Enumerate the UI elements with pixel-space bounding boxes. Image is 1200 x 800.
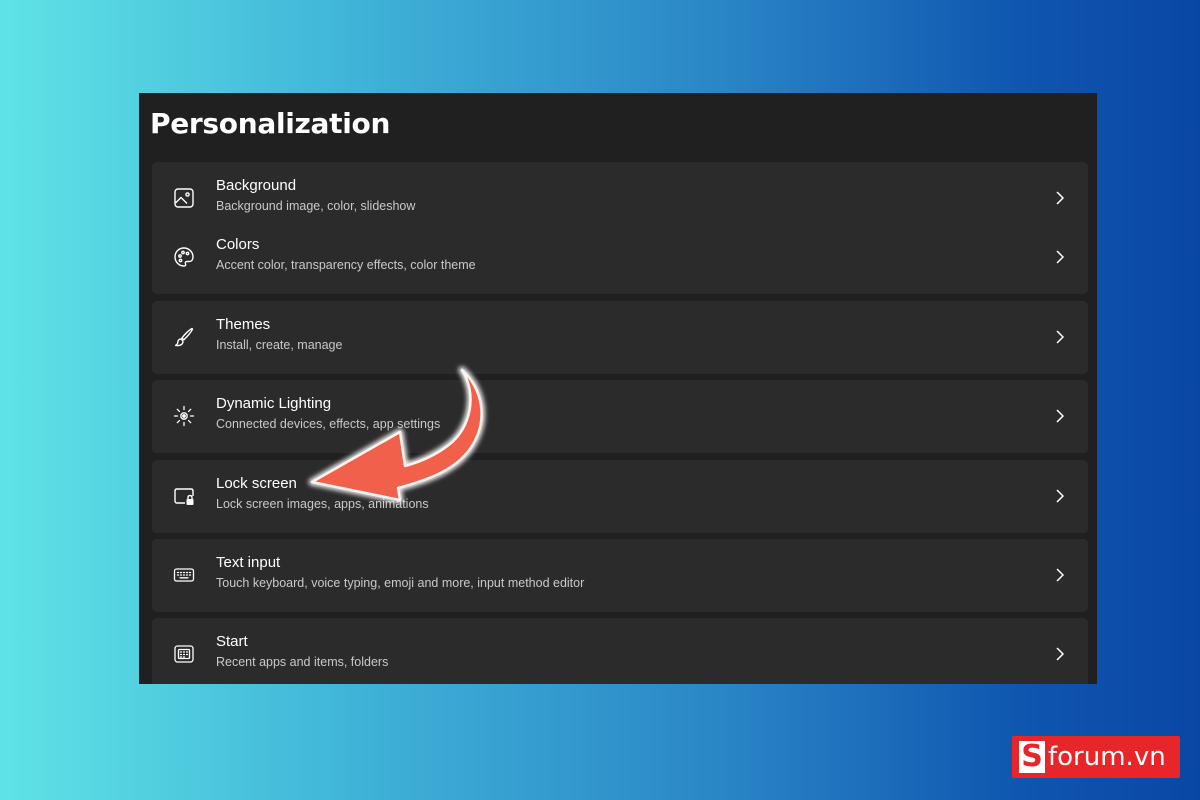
setting-description: Connected devices, effects, app settings bbox=[216, 417, 441, 431]
sforum-logo: S forum.vn bbox=[1012, 736, 1180, 778]
chevron-right-icon bbox=[1054, 329, 1066, 345]
settings-list: Background Background image, color, slid… bbox=[139, 93, 1097, 684]
setting-title: Start bbox=[216, 633, 248, 650]
lock-screen-icon bbox=[172, 484, 196, 508]
chevron-right-icon bbox=[1054, 190, 1066, 206]
start-icon bbox=[172, 642, 196, 666]
setting-title: Colors bbox=[216, 236, 260, 253]
image-icon bbox=[172, 186, 196, 210]
setting-title: Dynamic Lighting bbox=[216, 395, 332, 412]
setting-description: Recent apps and items, folders bbox=[216, 655, 389, 669]
brand-letter: S bbox=[1019, 741, 1045, 773]
setting-themes[interactable]: Themes Install, create, manage bbox=[152, 301, 1088, 374]
chevron-right-icon bbox=[1054, 249, 1066, 265]
setting-title: Text input bbox=[216, 554, 281, 571]
setting-start[interactable]: Start Recent apps and items, folders bbox=[152, 618, 1088, 684]
lighting-icon bbox=[172, 404, 196, 428]
setting-lock-screen[interactable]: Lock screen Lock screen images, apps, an… bbox=[152, 460, 1088, 533]
setting-description: Background image, color, slideshow bbox=[216, 199, 416, 213]
setting-colors[interactable]: Colors Accent color, transparency effect… bbox=[152, 221, 1088, 294]
brush-icon bbox=[172, 325, 196, 349]
page-title: Personalization bbox=[150, 107, 391, 140]
chevron-right-icon bbox=[1054, 408, 1066, 424]
setting-description: Touch keyboard, voice typing, emoji and … bbox=[216, 576, 585, 590]
setting-description: Accent color, transparency effects, colo… bbox=[216, 258, 476, 272]
setting-dynamic-lighting[interactable]: Dynamic Lighting Connected devices, effe… bbox=[152, 380, 1088, 453]
keyboard-icon bbox=[172, 563, 196, 587]
settings-window: Background Background image, color, slid… bbox=[139, 93, 1097, 684]
brand-text: forum.vn bbox=[1048, 742, 1166, 772]
setting-text-input[interactable]: Text input Touch keyboard, voice typing,… bbox=[152, 539, 1088, 612]
chevron-right-icon bbox=[1054, 567, 1066, 583]
chevron-right-icon bbox=[1054, 488, 1066, 504]
setting-title: Lock screen bbox=[216, 475, 297, 492]
page-header: Personalization bbox=[139, 93, 1097, 159]
palette-icon bbox=[172, 245, 196, 269]
chevron-right-icon bbox=[1054, 646, 1066, 662]
setting-description: Install, create, manage bbox=[216, 338, 343, 352]
setting-title: Themes bbox=[216, 316, 271, 333]
setting-title: Background bbox=[216, 177, 297, 194]
setting-description: Lock screen images, apps, animations bbox=[216, 497, 429, 511]
